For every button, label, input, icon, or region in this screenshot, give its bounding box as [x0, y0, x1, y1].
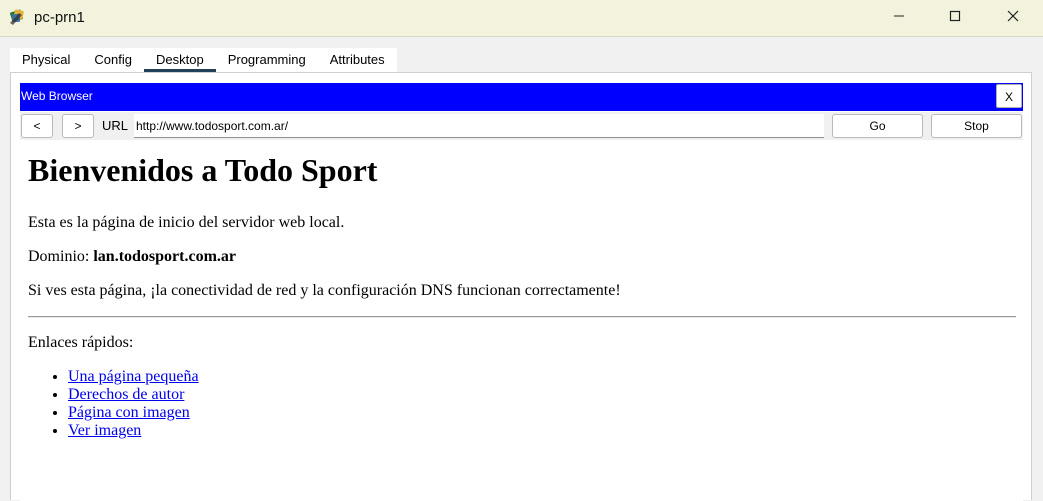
tab-config[interactable]: Config	[82, 48, 144, 72]
stop-button[interactable]: Stop	[931, 114, 1022, 138]
divider	[28, 316, 1016, 318]
success-text: Si ves esta página, ¡la conectividad de …	[28, 282, 621, 299]
tab-attributes[interactable]: Attributes	[318, 48, 397, 72]
link-view-image[interactable]: Ver imagen	[68, 422, 141, 439]
tab-programming[interactable]: Programming	[216, 48, 318, 72]
desktop-panel: Web Browser X < > URL Go Stop Bienvenido…	[10, 72, 1032, 501]
intro-text: Esta es la página de inicio del servidor…	[28, 214, 345, 231]
minimize-icon	[893, 9, 905, 27]
domain-label: Dominio:	[28, 248, 94, 265]
list-item: Una página pequeña	[68, 368, 1016, 386]
title-bar: pc-prn1	[0, 0, 1043, 37]
url-input[interactable]	[134, 114, 824, 138]
link-copyright[interactable]: Derechos de autor	[68, 386, 184, 403]
url-label: URL	[102, 118, 129, 133]
list-item: Derechos de autor	[68, 386, 1016, 404]
tab-bar: Physical Config Desktop Programming Attr…	[10, 48, 397, 72]
list-item: Ver imagen	[68, 422, 1016, 440]
link-image-page[interactable]: Página con imagen	[68, 404, 190, 421]
tab-physical[interactable]: Physical	[10, 48, 82, 72]
tab-desktop[interactable]: Desktop	[144, 48, 216, 72]
forward-button[interactable]: >	[62, 114, 94, 138]
link-small-page[interactable]: Una página pequeña	[68, 368, 199, 385]
page-heading: Bienvenidos a Todo Sport	[28, 152, 378, 188]
window-title: pc-prn1	[34, 9, 85, 26]
maximize-button[interactable]	[932, 0, 978, 36]
browser-toolbar: < > URL Go Stop	[20, 112, 1023, 140]
minimize-button[interactable]	[876, 0, 922, 36]
close-window-button[interactable]	[990, 0, 1036, 36]
links-title: Enlaces rápidos:	[28, 334, 134, 351]
back-button[interactable]: <	[21, 114, 53, 138]
browser-page-content: Bienvenidos a Todo Sport Esta es la pági…	[20, 140, 1023, 501]
web-browser-title: Web Browser	[21, 89, 93, 103]
domain-line: Dominio: lan.todosport.com.ar	[28, 248, 1016, 266]
web-browser-header: Web Browser X	[20, 83, 1023, 111]
maximize-icon	[949, 9, 961, 27]
domain-value: lan.todosport.com.ar	[93, 248, 236, 265]
close-icon	[1007, 9, 1019, 27]
quick-links-list: Una página pequeña Derechos de autor Pág…	[28, 368, 1016, 440]
packet-tracer-pc-icon	[8, 7, 28, 27]
list-item: Página con imagen	[68, 404, 1016, 422]
close-browser-button[interactable]: X	[996, 84, 1022, 108]
go-button[interactable]: Go	[832, 114, 923, 138]
